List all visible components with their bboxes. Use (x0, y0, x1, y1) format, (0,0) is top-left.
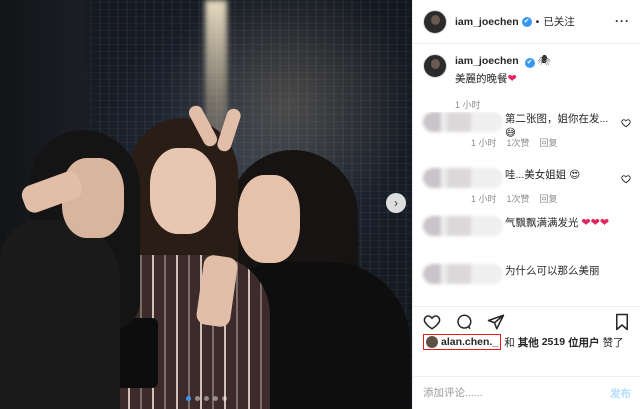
comment-like-count[interactable]: 1次赞 (507, 136, 530, 149)
blurred-commenter (423, 264, 503, 284)
hearts-emoji-icon: ❤❤❤ (581, 217, 610, 229)
person-left-body (0, 220, 120, 409)
like-heart-icon[interactable] (423, 313, 441, 331)
avatar[interactable] (423, 54, 447, 78)
likes-summary: alan.chen._ 和 其他 2519 位用户 赞了 (413, 334, 640, 350)
next-photo-button[interactable]: › (386, 193, 406, 213)
comment-text: 气飘飘满满发光 (505, 217, 579, 229)
spider-emoji-icon: 🕷 (537, 55, 551, 67)
like-comment-heart-icon[interactable] (621, 118, 631, 128)
caption: iam_joechen ✔ 🕷 美麗的晚餐❤ 1 小时 (413, 44, 640, 111)
comment-text: 第二张图，姐你在发... (505, 113, 609, 125)
like-comment-heart-icon[interactable] (621, 174, 631, 184)
share-paper-plane-icon[interactable] (487, 313, 505, 331)
add-comment-bar: 发布 (413, 376, 640, 409)
comment-item: 哇...美女姐姐 😍 1 小时 1次赞 回复 (413, 168, 640, 204)
avatar[interactable] (423, 9, 447, 34)
comment-text: 哇...美女姐姐 (505, 169, 567, 181)
person-center-face (150, 148, 216, 234)
carousel-dot (213, 396, 218, 401)
blurred-commenter (423, 216, 503, 236)
more-options-icon[interactable]: ··· (615, 14, 630, 28)
post-side-panel: iam_joechen ✔ • 已关注 ··· iam_joechen ✔ 🕷 … (412, 0, 640, 409)
comments-list[interactable]: 第二张图，姐你在发... 😅 1 小时 1次赞 回复 哇...美女姐姐 😍 1 … (413, 112, 640, 302)
comment-reply-button[interactable]: 回复 (540, 136, 558, 149)
liker-username[interactable]: alan.chen._ (441, 336, 498, 348)
highlighted-liker[interactable]: alan.chen._ (423, 334, 502, 350)
carousel-dot (186, 396, 191, 401)
caption-timestamp[interactable]: 1 小时 (455, 98, 551, 111)
comment-time[interactable]: 1 小时 (471, 192, 497, 205)
post-header: iam_joechen ✔ • 已关注 ··· (413, 0, 640, 44)
carousel-dots (186, 396, 227, 401)
comment-item: 气飘飘满满发光 ❤❤❤ (413, 216, 640, 236)
avatar (426, 336, 438, 348)
likes-others-prefix[interactable]: 其他 (518, 335, 539, 350)
carousel-dot (195, 396, 200, 401)
comment-item: 为什么可以那么美丽 (413, 264, 640, 284)
heart-emoji-icon: ❤ (507, 73, 517, 85)
post-comment-button[interactable]: 发布 (610, 386, 631, 401)
carousel-dot (204, 396, 209, 401)
likes-count[interactable]: 2519 (542, 336, 565, 348)
comment-time[interactable]: 1 小时 (471, 136, 497, 149)
comment-like-count[interactable]: 1次赞 (507, 192, 530, 205)
blurred-commenter (423, 168, 503, 188)
comment-bubble-icon[interactable] (455, 313, 473, 331)
blurred-commenter (423, 112, 503, 132)
comment-text: 为什么可以那么美丽 (505, 265, 600, 277)
person-right-face (238, 175, 300, 263)
comment-emoji-icon: 😍 (569, 169, 581, 181)
likes-others-suffix[interactable]: 位用户 (568, 335, 600, 350)
verified-icon: ✔ (524, 58, 535, 68)
header-separator: • (535, 15, 540, 28)
likes-verb: 赞了 (602, 336, 624, 349)
comment-reply-button[interactable]: 回复 (540, 192, 558, 205)
following-button[interactable]: 已关注 (543, 14, 575, 29)
likes-and-text: 和 (504, 336, 515, 349)
add-comment-input[interactable] (423, 387, 602, 399)
comment-item: 第二张图，姐你在发... 😅 1 小时 1次赞 回复 (413, 112, 640, 148)
caption-text: 美麗的晚餐 (455, 73, 508, 85)
header-username[interactable]: iam_joechen (455, 16, 519, 28)
bookmark-icon[interactable] (613, 313, 631, 331)
verified-icon: ✔ (521, 16, 532, 27)
caption-username[interactable]: iam_joechen (455, 55, 519, 67)
action-bar (413, 306, 640, 336)
post-photo[interactable]: › (0, 0, 412, 409)
carousel-dot (222, 396, 227, 401)
